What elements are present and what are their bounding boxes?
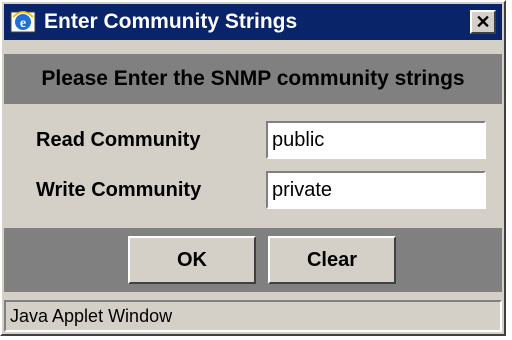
window-title: Enter Community Strings <box>44 10 298 33</box>
community-strings-dialog: e Enter Community Strings ✕ Please Enter… <box>0 0 506 336</box>
read-community-row: Read Community <box>4 118 502 162</box>
clear-button[interactable]: Clear <box>268 236 396 284</box>
ie-applet-icon: e <box>10 11 36 33</box>
write-community-label: Write Community <box>36 178 202 201</box>
instruction-banner: Please Enter the SNMP community strings <box>4 54 502 104</box>
svg-text:e: e <box>20 16 26 31</box>
ok-button[interactable]: OK <box>128 236 256 284</box>
read-community-input[interactable] <box>266 121 486 159</box>
write-community-input[interactable] <box>266 171 486 209</box>
write-community-row: Write Community <box>4 168 502 212</box>
close-icon: ✕ <box>475 12 491 32</box>
title-bar[interactable]: e Enter Community Strings ✕ <box>4 4 502 40</box>
button-bar: OK Clear <box>4 228 502 292</box>
read-community-label: Read Community <box>36 128 201 151</box>
close-button[interactable]: ✕ <box>470 10 496 34</box>
instruction-text: Please Enter the SNMP community strings <box>41 67 465 90</box>
applet-status-bar: Java Applet Window <box>4 300 502 332</box>
status-text: Java Applet Window <box>10 305 173 326</box>
